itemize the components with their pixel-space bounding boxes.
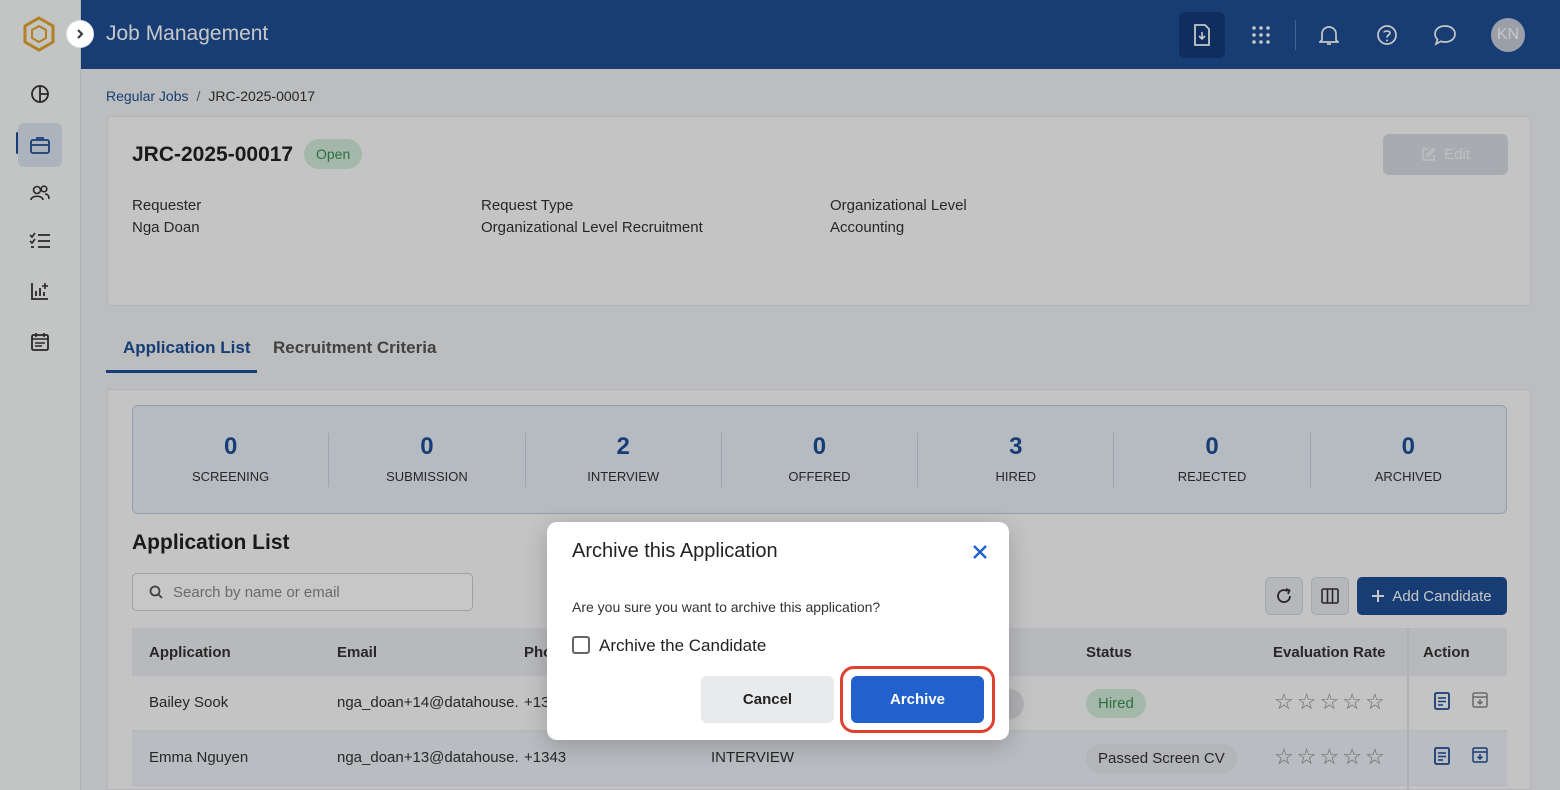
close-button[interactable] <box>969 541 991 563</box>
archive-button[interactable]: Archive <box>851 676 984 723</box>
close-icon <box>973 545 987 559</box>
sidebar-expand-button[interactable] <box>66 20 94 48</box>
chevron-right-icon <box>77 29 84 39</box>
cancel-button[interactable]: Cancel <box>701 676 834 723</box>
archive-dialog: Archive this Application Are you sure yo… <box>547 522 1009 740</box>
dialog-title: Archive this Application <box>572 540 778 562</box>
archive-candidate-checkbox[interactable] <box>572 636 590 654</box>
dialog-message: Are you sure you want to archive this ap… <box>572 599 881 615</box>
archive-candidate-label[interactable]: Archive the Candidate <box>599 636 766 656</box>
